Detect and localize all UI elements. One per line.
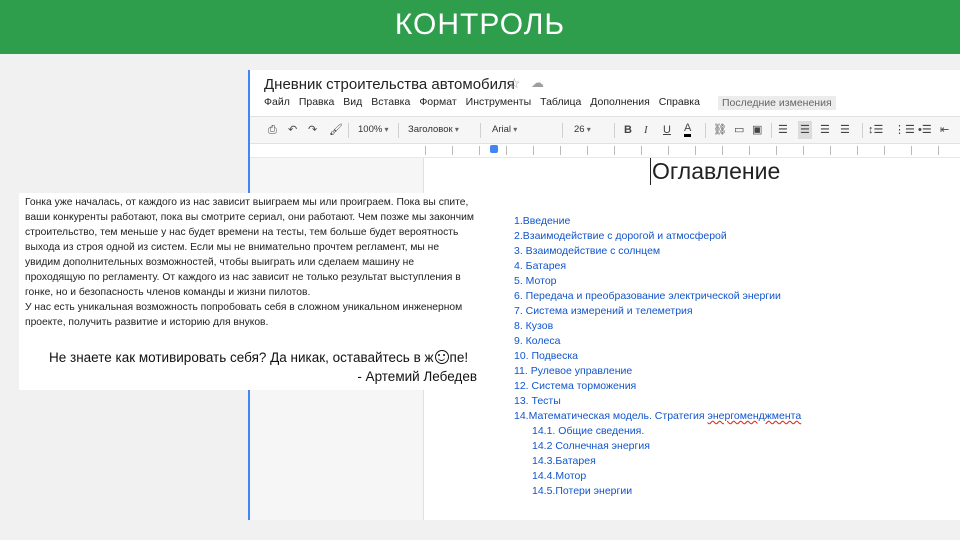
last-edit-link[interactable]: Последние изменения	[718, 96, 836, 110]
line-spacing-icon[interactable]: ↕☰	[868, 121, 883, 139]
toc-subitem[interactable]: 14.1. Общие сведения.	[514, 424, 801, 439]
toc-item[interactable]: 7. Система измерений и телеметрия	[514, 304, 801, 319]
toolbar-divider	[771, 123, 772, 138]
quote-paragraphs: Гонка уже началась, от каждого из нас за…	[25, 195, 477, 330]
quote-author: - Артемий Лебедев	[357, 369, 477, 384]
toc-heading[interactable]: Оглавление	[650, 158, 780, 185]
toc-item[interactable]: 9. Колеса	[514, 334, 801, 349]
toc-item[interactable]: 3. Взаимодействие с солнцем	[514, 244, 801, 259]
decrease-indent-icon[interactable]: ⇤	[940, 121, 949, 139]
toc-item[interactable]: 12. Система торможения	[514, 379, 801, 394]
star-icon[interactable]: ☆	[508, 75, 521, 92]
menu-tools[interactable]: Инструменты	[466, 96, 531, 108]
toc-item[interactable]: 6. Передача и преобразование электрическ…	[514, 289, 801, 304]
slide-title: КОНТРОЛЬ	[394, 8, 566, 41]
italic-icon[interactable]: I	[644, 121, 648, 139]
document-page[interactable]: Оглавление 1.Введение 2.Взаимодействие с…	[423, 158, 960, 520]
toc-subitem[interactable]: 14.3.Батарея	[514, 454, 801, 469]
ruler	[250, 144, 960, 158]
numbered-list-icon[interactable]: ⋮☰	[894, 121, 915, 139]
toc-list: 1.Введение 2.Взаимодействие с дорогой и …	[514, 214, 801, 499]
toolbar: ⎙ ↶ ↷ 🖌 100% Заголовок Arial 26 B I U A …	[250, 116, 960, 144]
toc-item[interactable]: 10. Подвеска	[514, 349, 801, 364]
document-title[interactable]: Дневник строительства автомобиля	[264, 76, 515, 93]
justify-icon[interactable]: ☰	[840, 121, 850, 139]
menu-format[interactable]: Формат	[419, 96, 456, 108]
toc-item[interactable]: 8. Кузов	[514, 319, 801, 334]
toc-item[interactable]: 13. Тесты	[514, 394, 801, 409]
print-icon[interactable]: ⎙	[268, 121, 277, 139]
docs-topbar: Дневник строительства автомобиля ☆ ☁ Фай…	[250, 70, 960, 116]
font-select[interactable]: Arial	[492, 121, 517, 139]
toc-item-14-text: 14.Математическая модель. Стратегия	[514, 410, 708, 422]
quote-paragraph-2: У нас есть уникальная возможность попроб…	[25, 302, 463, 328]
align-right-icon[interactable]: ☰	[820, 121, 830, 139]
quote-line: Не знаете как мотивировать себя? Да ника…	[49, 350, 468, 365]
bulleted-list-icon[interactable]: •☰	[918, 121, 932, 139]
slide-header: КОНТРОЛЬ	[0, 0, 960, 54]
quote-paragraph: Гонка уже началась, от каждого из нас за…	[25, 197, 474, 298]
toc-item[interactable]: 11. Рулевое управление	[514, 364, 801, 379]
toc-item[interactable]: 5. Мотор	[514, 274, 801, 289]
toolbar-divider	[348, 123, 349, 138]
misspelled-word[interactable]: энергоменджмента	[707, 410, 801, 422]
redo-icon[interactable]: ↷	[308, 121, 317, 139]
toolbar-divider	[398, 123, 399, 138]
link-icon[interactable]: ⛓	[713, 121, 727, 139]
ruler-scale	[425, 146, 960, 155]
font-size-select[interactable]: 26	[574, 121, 591, 139]
toc-item[interactable]: 4. Батарея	[514, 259, 801, 274]
toolbar-divider	[480, 123, 481, 138]
toc-item[interactable]: 2.Взаимодействие с дорогой и атмосферой	[514, 229, 801, 244]
toolbar-divider	[614, 123, 615, 138]
toolbar-divider	[862, 123, 863, 138]
toc-subitem[interactable]: 14.4.Мотор	[514, 469, 801, 484]
toc-subitem[interactable]: 14.2 Солнечная энергия	[514, 439, 801, 454]
smile-icon	[434, 350, 449, 364]
style-select[interactable]: Заголовок	[408, 121, 459, 139]
quote-line-start: Не знаете как мотивировать себя? Да ника…	[49, 350, 434, 365]
image-icon[interactable]: ▣	[752, 121, 762, 139]
quote-line-end: пе!	[449, 350, 469, 365]
menu-bar: Файл Правка Вид Вставка Формат Инструмен…	[264, 96, 709, 108]
paint-format-icon[interactable]: 🖌	[329, 121, 343, 139]
drive-icon[interactable]: ☁	[531, 75, 544, 91]
quote-card: Гонка уже началась, от каждого из нас за…	[19, 193, 479, 390]
toc-item[interactable]: 1.Введение	[514, 214, 801, 229]
menu-insert[interactable]: Вставка	[371, 96, 410, 108]
align-left-icon[interactable]: ☰	[778, 121, 788, 139]
toolbar-divider	[562, 123, 563, 138]
menu-addons[interactable]: Дополнения	[590, 96, 649, 108]
menu-table[interactable]: Таблица	[540, 96, 581, 108]
toc-subitem[interactable]: 14.5.Потери энергии	[514, 484, 801, 499]
underline-icon[interactable]: U	[663, 121, 671, 139]
align-center-icon[interactable]: ☰	[798, 121, 812, 139]
zoom-select[interactable]: 100%	[358, 121, 389, 139]
bold-icon[interactable]: B	[624, 121, 632, 139]
comment-icon[interactable]: ▭	[734, 121, 744, 139]
menu-file[interactable]: Файл	[264, 96, 290, 108]
toolbar-divider	[705, 123, 706, 138]
undo-icon[interactable]: ↶	[288, 121, 297, 139]
menu-help[interactable]: Справка	[659, 96, 700, 108]
toc-item-14[interactable]: 14.Математическая модель. Стратегия энер…	[514, 409, 801, 424]
indent-marker[interactable]	[490, 145, 498, 153]
menu-view[interactable]: Вид	[343, 96, 362, 108]
text-color-icon[interactable]: A	[684, 121, 692, 137]
menu-edit[interactable]: Правка	[299, 96, 334, 108]
